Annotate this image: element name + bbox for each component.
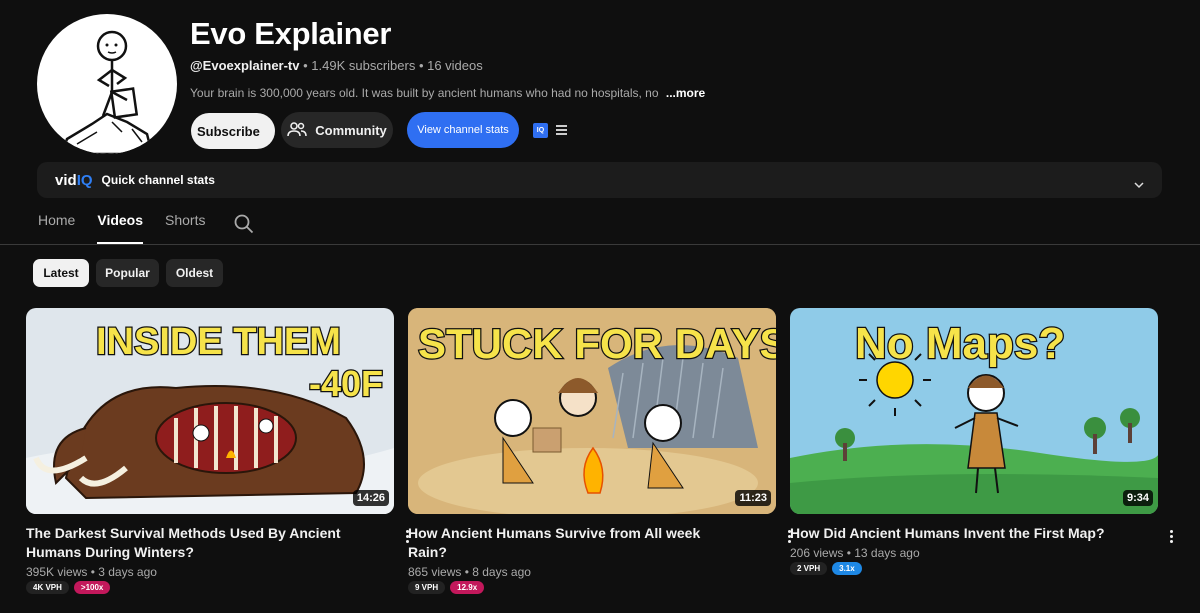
thumb-title-1: INSIDE THEM (96, 321, 341, 363)
thumb-title-1: STUCK FOR DAYS (418, 320, 776, 367)
chevron-down-icon[interactable] (1134, 176, 1144, 194)
channel-tabs: Home Videos Shorts (38, 212, 227, 244)
view-channel-stats-button[interactable]: View channel stats (407, 112, 519, 148)
channel-description[interactable]: Your brain is 300,000 years old. It was … (190, 86, 705, 100)
vidiq-logo-b: IQ (76, 171, 93, 189)
vidiq-logo: vidIQ (55, 172, 93, 189)
vidiq-badges: 2 VPH 3.1x (790, 562, 1158, 575)
video-card[interactable]: No Maps? 9:34 How Did Ancient Humans Inv… (790, 308, 1173, 575)
description-fade (659, 86, 662, 100)
subscribe-label: Subscribe (197, 123, 260, 139)
tab-shorts[interactable]: Shorts (165, 212, 205, 244)
search-icon[interactable] (234, 214, 254, 239)
video-thumbnail[interactable]: No Maps? 9:34 (790, 308, 1158, 514)
video-meta: 395K views • 3 days ago (26, 565, 157, 579)
more-options-icon[interactable] (1170, 530, 1174, 545)
community-label: Community (315, 122, 387, 138)
thumb-title-1: No Maps? (855, 319, 1065, 368)
video-meta: 865 views • 8 days ago (408, 565, 531, 579)
channel-meta: @Evoexplainer-tv • 1.49K subscribers • 1… (190, 58, 483, 73)
channel-avatar[interactable] (37, 14, 177, 154)
video-card[interactable]: STUCK FOR DAYS 11:23 How Ancient Humans … (408, 308, 791, 594)
multiplier-badge: 3.1x (832, 562, 862, 575)
vidiq-logo-a: vid (55, 171, 77, 189)
vidiq-icon[interactable]: IQ (533, 123, 548, 138)
tab-home[interactable]: Home (38, 212, 75, 244)
tabs-divider (0, 244, 1200, 245)
menu-icon[interactable] (556, 125, 567, 135)
video-card[interactable]: INSIDE THEM -40F 14:26 The Darkest Survi… (26, 308, 409, 594)
vph-badge: 2 VPH (790, 562, 828, 575)
video-title[interactable]: How Did Ancient Humans Invent the First … (790, 524, 1110, 543)
filter-popular[interactable]: Popular (96, 259, 159, 287)
vph-badge: 4K VPH (26, 581, 69, 594)
more-link[interactable]: ...more (666, 86, 705, 100)
video-thumbnail[interactable]: INSIDE THEM -40F 14:26 (26, 308, 394, 514)
channel-handle: @Evoexplainer-tv (190, 58, 300, 73)
subscribe-button[interactable]: Subscribe (191, 113, 275, 149)
video-duration: 9:34 (1122, 490, 1153, 506)
video-title[interactable]: How Ancient Humans Survive from All week… (408, 524, 728, 562)
channel-stats: • 1.49K subscribers • 16 videos (299, 58, 483, 73)
description-text: Your brain is 300,000 years old. It was … (190, 86, 659, 100)
view-stats-label: View channel stats (417, 124, 509, 136)
video-duration: 14:26 (352, 490, 389, 506)
vidiq-quick-stats-bar[interactable]: vidIQ Quick channel stats (37, 162, 1162, 198)
filter-latest[interactable]: Latest (33, 259, 89, 287)
multiplier-badge: >100x (73, 581, 111, 594)
video-duration: 11:23 (735, 490, 771, 506)
multiplier-badge: 12.9x (450, 581, 485, 594)
vidiq-label: Quick channel stats (101, 173, 215, 187)
vph-badge: 9 VPH (408, 581, 446, 594)
vidiq-badges: 9 VPH 12.9x (408, 581, 776, 594)
iq-badge-label: IQ (536, 127, 545, 134)
thumb-title-2: -40F (309, 363, 383, 404)
community-icon (287, 121, 307, 140)
tab-videos[interactable]: Videos (97, 212, 143, 244)
video-thumbnail[interactable]: STUCK FOR DAYS 11:23 (408, 308, 776, 514)
video-title[interactable]: The Darkest Survival Methods Used By Anc… (26, 524, 346, 562)
channel-name: Evo Explainer (190, 16, 392, 51)
community-button[interactable]: Community (281, 112, 393, 148)
filter-oldest[interactable]: Oldest (166, 259, 223, 287)
vidiq-badges: 4K VPH >100x (26, 581, 394, 594)
video-meta: 206 views • 13 days ago (790, 546, 920, 560)
